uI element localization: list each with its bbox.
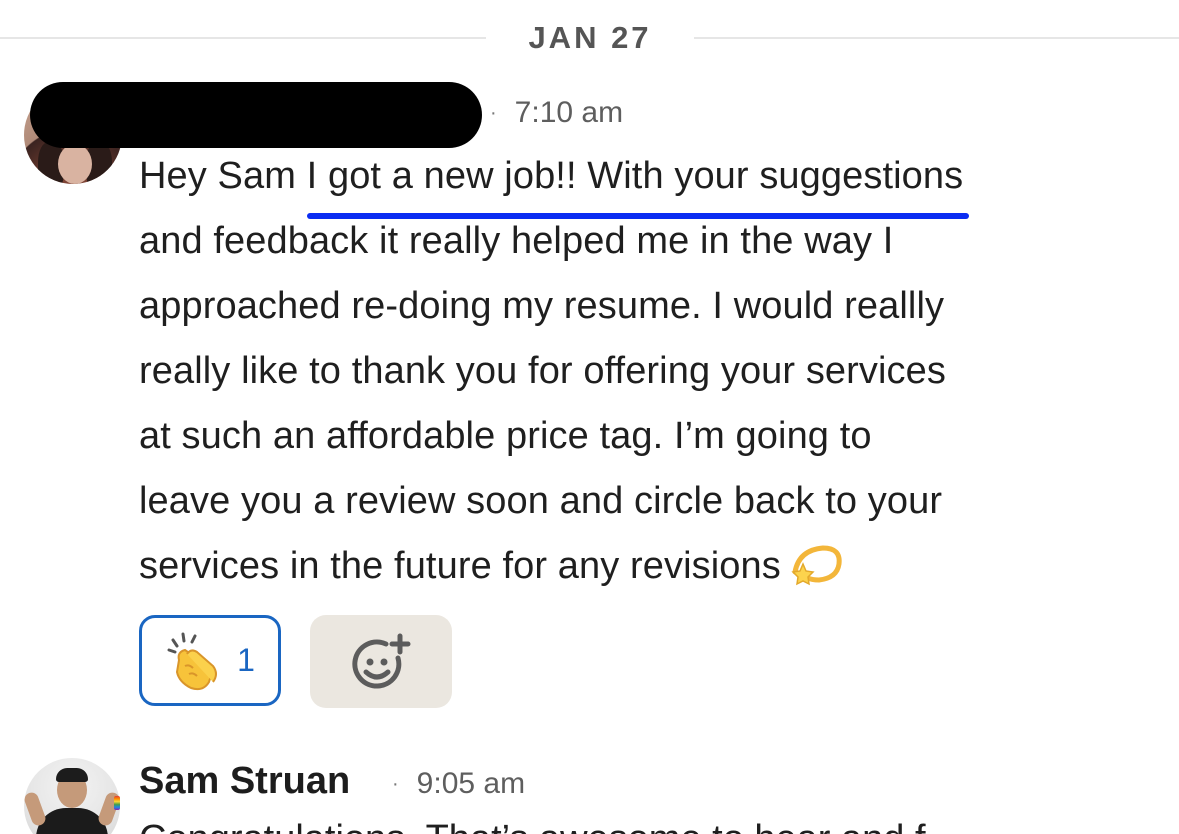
- date-label: JAN 27: [528, 20, 652, 55]
- message-line: at such an affordable price tag. I’m goi…: [139, 415, 872, 457]
- reaction-count: 1: [237, 642, 255, 678]
- redacted-sender-name: [30, 82, 482, 148]
- clapping-hands-icon: [167, 632, 218, 690]
- meta-separator: ·: [490, 101, 497, 124]
- underlined-text: I got a new job!! With your suggestions: [306, 144, 969, 219]
- pride-badge: [114, 796, 120, 810]
- message-line: Hey Sam I got a new job!! With your sugg…: [139, 144, 1119, 219]
- clap-reaction-button[interactable]: 1: [139, 615, 281, 706]
- message-body: Hey Sam I got a new job!! With your sugg…: [139, 144, 1119, 599]
- sam-struan-avatar[interactable]: [24, 758, 120, 834]
- add-reaction-smiley-icon: [352, 633, 411, 688]
- divider-line-left: [0, 37, 486, 39]
- dizzy-star-icon: [791, 545, 842, 586]
- message-line: leave you a review soon and circle back …: [139, 480, 943, 522]
- divider-line-right: [694, 37, 1179, 39]
- message-meta: · 7:10 am: [490, 93, 623, 133]
- message-meta: · 9:05 am: [392, 764, 525, 804]
- add-reaction-button[interactable]: [310, 615, 452, 708]
- message-timestamp: 9:05 am: [416, 767, 526, 800]
- message-line: really like to thank you for offering yo…: [139, 350, 946, 392]
- date-divider: JAN 27: [0, 14, 1179, 62]
- conversation-view: JAN 27 · 7:10 am Hey Sam I got a new job…: [0, 0, 1179, 834]
- message-line: approached re-doing my resume. I would r…: [139, 285, 945, 327]
- message-body-partial: Congratulations. That’s awesome to hear …: [139, 818, 926, 834]
- message-line: services in the future for any revisions: [139, 534, 1119, 599]
- meta-separator: ·: [392, 772, 399, 795]
- sender-name[interactable]: Sam Struan: [139, 760, 350, 803]
- message-timestamp: 7:10 am: [514, 96, 624, 129]
